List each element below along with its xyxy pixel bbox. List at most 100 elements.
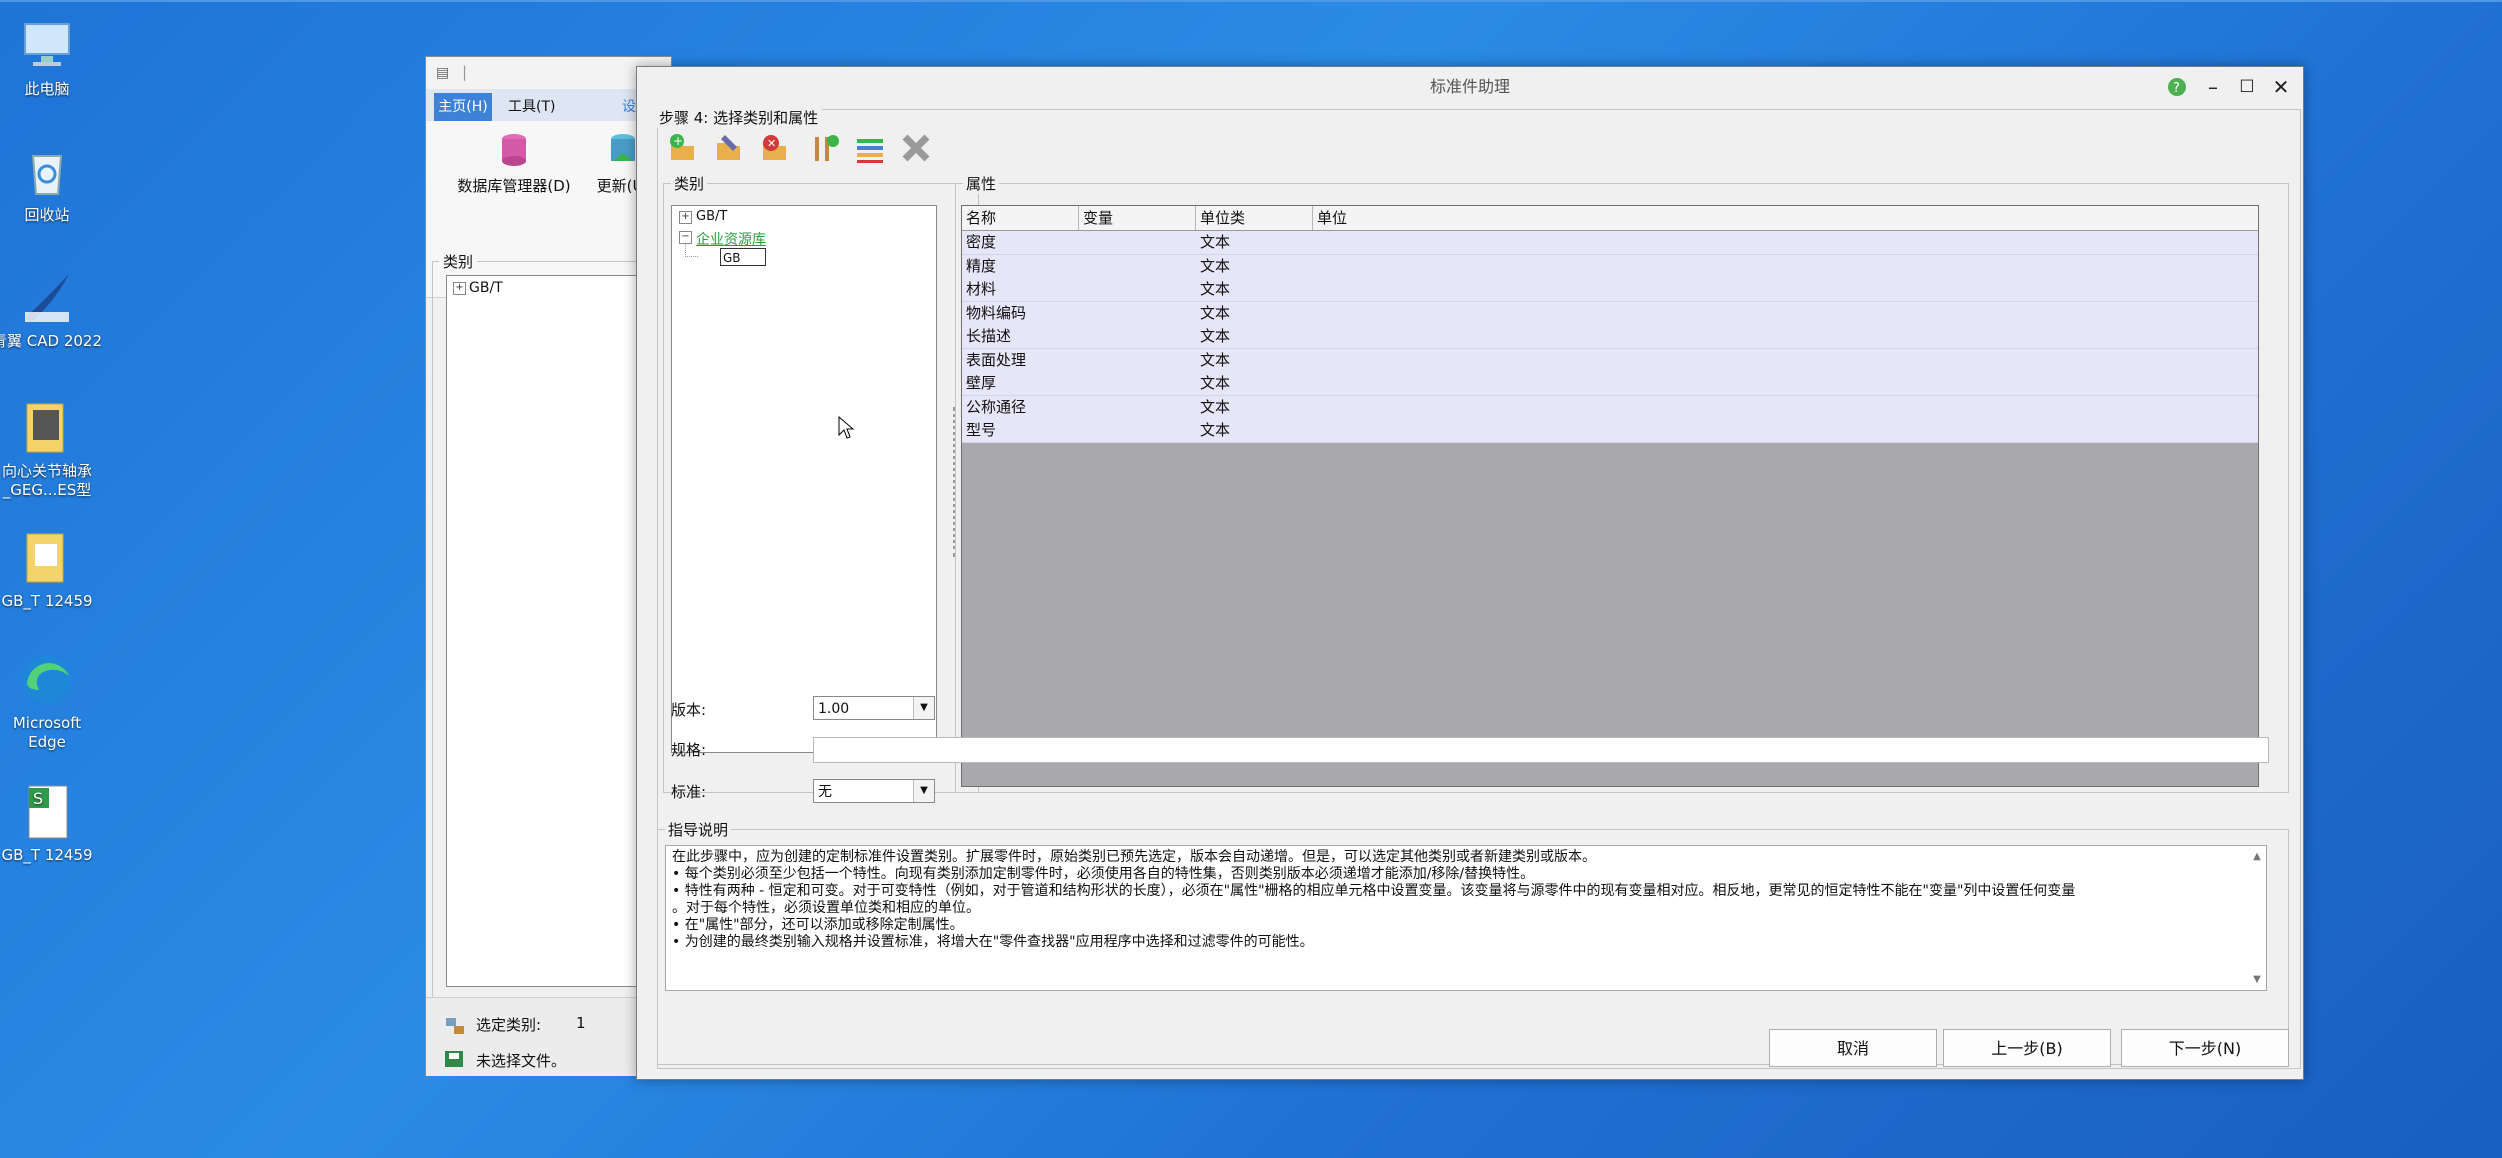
guide-scrollbar[interactable]: ▲ ▼ [2250, 848, 2264, 988]
chevron-down-icon[interactable]: ▼ [913, 780, 934, 802]
table-cell-unit-class[interactable]: 文本 [1196, 255, 1312, 278]
guide-line: • 为创建的最终类别输入规格并设置标准，将增大在"零件查找器"应用程序中选择和过… [672, 934, 1314, 950]
table-row[interactable]: 型号 文本 [962, 419, 2258, 443]
table-cell-name[interactable]: 精度 [962, 255, 1078, 278]
remove-property-icon[interactable] [899, 131, 933, 165]
tab-home[interactable]: 主页(H) [434, 93, 492, 121]
version-select[interactable]: 1.00 ▼ [813, 696, 935, 720]
step-title: 步骤 4: 选择类别和属性 [655, 107, 823, 128]
table-cell-unit[interactable] [1313, 231, 2217, 254]
table-cell-name[interactable]: 型号 [962, 419, 1078, 442]
table-cell-unit-class[interactable]: 文本 [1196, 325, 1312, 348]
table-cell-unit-class[interactable]: 文本 [1196, 302, 1312, 325]
scroll-down-icon[interactable]: ▼ [2250, 971, 2264, 988]
guide-text-area[interactable]: 在此步骤中，应为创建的定制标准件设置类别。扩展零件时，原始类别已预先选定，版本会… [665, 845, 2267, 991]
spec-input[interactable] [813, 737, 2269, 763]
table-row[interactable]: 精度 文本 [962, 254, 2258, 279]
add-category-icon[interactable]: + [665, 131, 699, 165]
table-cell-var[interactable] [1079, 325, 1195, 348]
table-cell-var[interactable] [1079, 396, 1195, 419]
table-cell-unit[interactable] [1313, 419, 2217, 442]
table-cell-unit[interactable] [1313, 255, 2217, 278]
table-cell-var[interactable] [1079, 349, 1195, 372]
tree-item-gbt[interactable]: GB/T [469, 280, 503, 296]
cancel-button[interactable]: 取消 [1769, 1029, 1937, 1067]
folder-icon [17, 528, 77, 588]
desktop-icon-folder-gbt[interactable]: GB_T 12459 [0, 528, 102, 611]
tree-item-enterprise-library[interactable]: 企业资源库 [696, 229, 766, 249]
expand-icon[interactable]: + [679, 211, 692, 224]
tab-tools[interactable]: 工具(T) [508, 93, 555, 121]
table-cell-name[interactable]: 公称通径 [962, 396, 1078, 419]
table-cell-var[interactable] [1079, 278, 1195, 301]
close-icon[interactable]: ✕ [2267, 73, 2295, 101]
tree-item-gbt[interactable]: GB/T [696, 209, 727, 224]
column-header-unit-class[interactable]: 单位类 [1196, 206, 1313, 230]
table-cell-name[interactable]: 密度 [962, 231, 1078, 254]
table-row[interactable]: 表面处理 文本 [962, 348, 2258, 373]
mouse-cursor-icon [838, 415, 855, 444]
chevron-down-icon[interactable]: ▼ [913, 697, 934, 719]
background-category-title: 类别 [443, 253, 474, 271]
tree-item-rename-input[interactable]: GB [720, 248, 766, 266]
delete-category-icon[interactable]: ✕ [757, 131, 791, 165]
table-row[interactable]: 材料 文本 [962, 278, 2258, 302]
background-app-window[interactable]: ▤ | 主页(H) 工具(T) 设 数据库管理器(D) 更新(U) 类别 + G… [425, 56, 672, 1076]
back-button[interactable]: 上一步(B) [1943, 1029, 2111, 1067]
minimize-icon[interactable]: – [2199, 73, 2227, 101]
table-cell-unit[interactable] [1313, 302, 2217, 325]
recycle-bin-icon [17, 142, 77, 202]
table-row[interactable]: 物料编码 文本 [962, 301, 2258, 326]
desktop-icon-this-pc[interactable]: 此电脑 [0, 16, 102, 99]
table-cell-unit-class[interactable]: 文本 [1196, 278, 1312, 301]
expand-icon[interactable]: + [453, 282, 466, 295]
next-button[interactable]: 下一步(N) [2121, 1029, 2289, 1067]
column-header-unit[interactable]: 单位 [1313, 206, 2257, 230]
table-cell-unit[interactable] [1313, 372, 2217, 395]
maximize-icon[interactable]: ☐ [2233, 73, 2261, 101]
table-cell-unit[interactable] [1313, 349, 2217, 372]
table-cell-unit[interactable] [1313, 325, 2217, 348]
table-cell-unit-class[interactable]: 文本 [1196, 349, 1312, 372]
table-cell-unit-class[interactable]: 文本 [1196, 231, 1312, 254]
column-header-variable[interactable]: 变量 [1079, 206, 1196, 230]
table-cell-unit-class[interactable]: 文本 [1196, 396, 1312, 419]
titlebar-divider: | [462, 63, 468, 81]
desktop-icon-recycle-bin[interactable]: 回收站 [0, 142, 102, 225]
collapse-icon[interactable]: − [679, 231, 692, 244]
table-cell-var[interactable] [1079, 231, 1195, 254]
table-cell-name[interactable]: 长描述 [962, 325, 1078, 348]
desktop-icon-edge[interactable]: Microsoft Edge [0, 650, 102, 752]
table-row[interactable]: 壁厚 文本 [962, 372, 2258, 396]
desktop-icon-cad[interactable]: 青翼 CAD 2022 [0, 268, 102, 351]
edit-category-icon[interactable] [711, 131, 745, 165]
table-row[interactable]: 密度 文本 [962, 231, 2258, 255]
edit-property-icon[interactable] [853, 131, 887, 165]
standard-select[interactable]: 无 ▼ [813, 779, 935, 803]
table-cell-var[interactable] [1079, 255, 1195, 278]
help-icon[interactable]: ? [2163, 73, 2191, 101]
table-row[interactable]: 长描述 文本 [962, 325, 2258, 349]
column-header-name[interactable]: 名称 [962, 206, 1079, 230]
table-cell-var[interactable] [1079, 372, 1195, 395]
category-tree[interactable]: + GB/T − 企业资源库 GB [671, 205, 937, 753]
database-manager-button[interactable]: 数据库管理器(D) [444, 131, 584, 196]
table-row[interactable]: 公称通径 文本 [962, 395, 2258, 420]
tab-settings[interactable]: 设 [622, 93, 636, 121]
desktop-icon-folder-bearing[interactable]: 向心关节轴承_GEG...ES型 [0, 398, 102, 500]
desktop-icon-sheet[interactable]: S GB_T 12459 [0, 782, 102, 865]
table-cell-name[interactable]: 物料编码 [962, 302, 1078, 325]
add-property-icon[interactable] [807, 131, 841, 165]
table-cell-unit-class[interactable]: 文本 [1196, 372, 1312, 395]
scroll-up-icon[interactable]: ▲ [2250, 848, 2264, 865]
table-cell-name[interactable]: 材料 [962, 278, 1078, 301]
table-cell-name[interactable]: 表面处理 [962, 349, 1078, 372]
table-cell-var[interactable] [1079, 302, 1195, 325]
properties-grid[interactable]: 名称 变量 单位类 单位 密度 文本 精度 文本 材料 文本 物料编码 文本 长描述 文本 表面处理… [961, 205, 2259, 787]
table-cell-unit[interactable] [1313, 396, 2217, 419]
table-cell-var[interactable] [1079, 419, 1195, 442]
standard-part-wizard-dialog[interactable]: 标准件助理 ? – ☐ ✕ 步骤 4: 选择类别和属性 + ✕ 类别 + GB/… [636, 66, 2304, 1080]
table-cell-name[interactable]: 壁厚 [962, 372, 1078, 395]
table-cell-unit-class[interactable]: 文本 [1196, 419, 1312, 442]
table-cell-unit[interactable] [1313, 278, 2217, 301]
